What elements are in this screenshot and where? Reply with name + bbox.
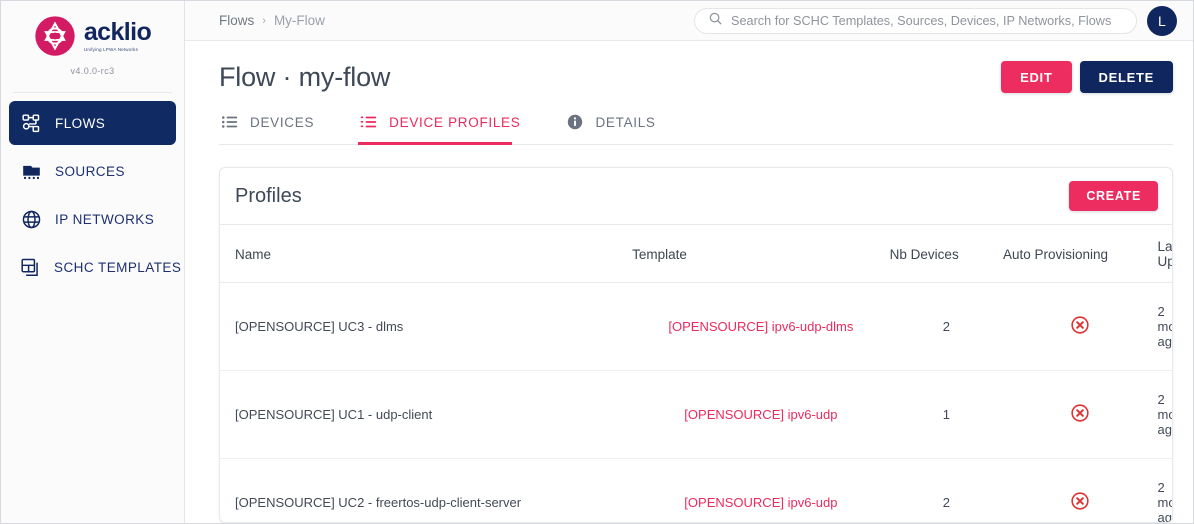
search-box[interactable]: [694, 7, 1137, 34]
sidebar-nav: FLOWS SOURCES IP NETWORKS SCHC TEMPLATES: [1, 101, 184, 289]
breadcrumb: Flows › My-Flow: [219, 13, 325, 28]
cell-nb-devices: 2: [889, 282, 1003, 371]
profiles-table: Name Template Nb Devices Auto Provisioni…: [220, 225, 1172, 522]
cell-last-update: 2 months ago: [1157, 458, 1172, 522]
tab-details[interactable]: DETAILS: [564, 113, 673, 144]
table-row[interactable]: [OPENSOURCE] UC1 - udp-client [OPENSOURC…: [220, 370, 1172, 459]
breadcrumb-separator-icon: ›: [262, 14, 266, 27]
sidebar-item-label: FLOWS: [55, 115, 106, 131]
search-icon: [708, 11, 723, 31]
cell-nb-devices: 2: [889, 458, 1003, 522]
main-area: Flows › My-Flow L: [185, 1, 1193, 523]
table-header-row: Name Template Nb Devices Auto Provisioni…: [220, 225, 1172, 283]
page-title: Flow · my-flow: [219, 61, 391, 92]
cell-nb-devices: 1: [889, 370, 1003, 459]
edit-button[interactable]: EDIT: [1001, 61, 1072, 93]
template-link[interactable]: [OPENSOURCE] ipv6-udp: [684, 495, 837, 510]
create-button[interactable]: CREATE: [1069, 181, 1158, 211]
column-header-last-update[interactable]: Last Update: [1157, 225, 1172, 283]
column-header-name[interactable]: Name: [220, 225, 633, 283]
cell-name: [OPENSOURCE] UC3 - dlms: [220, 282, 633, 371]
sidebar-item-ip-networks[interactable]: IP NETWORKS: [9, 197, 176, 241]
cell-last-update: 2 months ago: [1157, 370, 1172, 459]
page-header: Flow · my-flow EDIT DELETE: [219, 41, 1173, 93]
top-bar-right: L: [694, 5, 1177, 36]
sidebar-item-sources[interactable]: SOURCES: [9, 149, 176, 193]
cell-last-update: 2 months ago: [1157, 282, 1172, 371]
tab-devices[interactable]: DEVICES: [219, 113, 332, 144]
avatar[interactable]: L: [1147, 5, 1177, 36]
column-header-template[interactable]: Template: [632, 225, 890, 283]
profiles-card-header: Profiles CREATE: [220, 168, 1172, 225]
cell-auto-provisioning: [1003, 458, 1158, 522]
cell-auto-provisioning: [1003, 282, 1158, 371]
avatar-initial: L: [1157, 12, 1167, 29]
circle-x-icon: [1070, 491, 1090, 511]
cell-template: [OPENSOURCE] ipv6-udp: [632, 458, 890, 522]
brand-name: acklio: [83, 18, 152, 46]
brand-tagline: Unifying LPWA Networks: [83, 47, 139, 52]
cell-template: [OPENSOURCE] ipv6-udp: [632, 370, 890, 459]
list-icon: [221, 113, 239, 131]
numbered-list-icon: [360, 113, 378, 131]
cell-auto-provisioning: [1003, 370, 1158, 459]
profiles-title: Profiles: [235, 184, 302, 207]
sidebar-item-flows[interactable]: FLOWS: [9, 101, 176, 145]
circle-x-icon: [1070, 403, 1090, 423]
cell-template: [OPENSOURCE] ipv6-udp-dlms: [632, 282, 890, 371]
table-row[interactable]: [OPENSOURCE] UC3 - dlms [OPENSOURCE] ipv…: [220, 282, 1172, 371]
tab-label: DETAILS: [595, 114, 656, 130]
sidebar-divider: [13, 92, 172, 93]
app-window: acklio Unifying LPWA Networks v4.0.0-rc3: [0, 0, 1194, 524]
profiles-card: Profiles CREATE Name Template Nb Devices…: [219, 167, 1173, 523]
circle-x-icon: [1070, 315, 1090, 335]
page-actions: EDIT DELETE: [1001, 61, 1173, 93]
sidebar-item-label: IP NETWORKS: [55, 211, 155, 227]
sidebar-item-schc-templates[interactable]: SCHC TEMPLATES: [9, 245, 181, 289]
profiles-table-body: [OPENSOURCE] UC3 - dlms [OPENSOURCE] ipv…: [220, 282, 1172, 522]
app-version: v4.0.0-rc3: [70, 66, 115, 76]
globe-icon: [20, 208, 42, 230]
search-input[interactable]: [731, 13, 1123, 28]
acklio-logo-icon: [34, 15, 76, 57]
sidebar: acklio Unifying LPWA Networks v4.0.0-rc3: [1, 1, 185, 523]
sources-icon: [20, 160, 42, 182]
table-row[interactable]: [OPENSOURCE] UC2 - freertos-udp-client-s…: [220, 458, 1172, 522]
top-bar: Flows › My-Flow L: [185, 1, 1193, 41]
info-icon: [566, 113, 584, 131]
column-header-nb-devices[interactable]: Nb Devices: [889, 225, 1003, 283]
tab-bar: DEVICES DEVICE PROFILES DETAILS: [219, 113, 1173, 145]
schc-templates-icon: [20, 256, 41, 278]
breadcrumb-root[interactable]: Flows: [219, 13, 254, 28]
flows-icon: [20, 112, 42, 134]
brand-block: acklio Unifying LPWA Networks v4.0.0-rc3: [1, 1, 184, 86]
sidebar-item-label: SCHC TEMPLATES: [54, 259, 182, 275]
cell-name: [OPENSOURCE] UC2 - freertos-udp-client-s…: [220, 458, 633, 522]
tab-device-profiles[interactable]: DEVICE PROFILES: [358, 113, 538, 145]
profiles-table-head: Name Template Nb Devices Auto Provisioni…: [220, 225, 1172, 283]
template-link[interactable]: [OPENSOURCE] ipv6-udp-dlms: [668, 319, 853, 334]
column-header-auto-provisioning[interactable]: Auto Provisioning: [1003, 225, 1158, 283]
tab-label: DEVICES: [250, 114, 315, 130]
delete-button[interactable]: DELETE: [1079, 61, 1173, 93]
page-content: Flow · my-flow EDIT DELETE DEVICES DEVIC…: [185, 41, 1193, 523]
sidebar-item-label: SOURCES: [55, 163, 125, 179]
breadcrumb-current: My-Flow: [273, 13, 325, 28]
template-link[interactable]: [OPENSOURCE] ipv6-udp: [684, 407, 837, 422]
tab-label: DEVICE PROFILES: [389, 114, 521, 130]
cell-name: [OPENSOURCE] UC1 - udp-client: [220, 370, 633, 459]
